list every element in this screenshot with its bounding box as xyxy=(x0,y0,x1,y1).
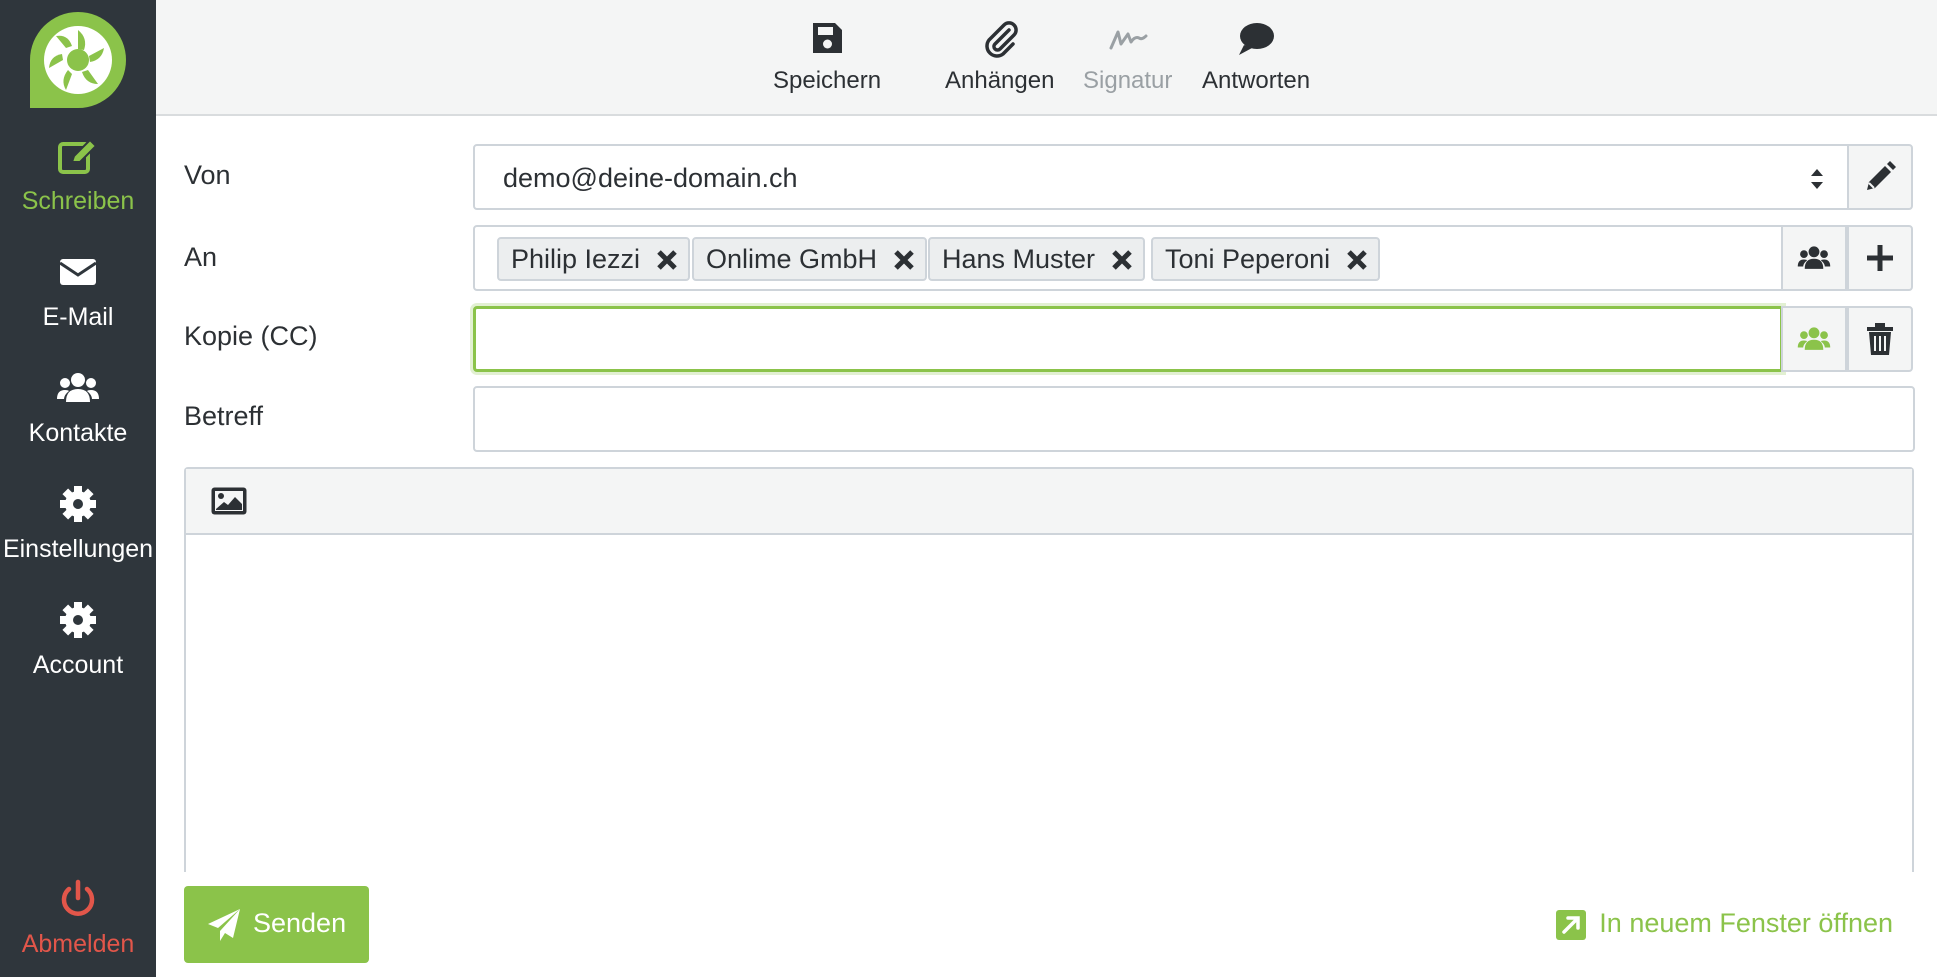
save-button[interactable]: Speichern xyxy=(773,18,881,96)
remove-recipient-icon[interactable] xyxy=(1111,249,1133,271)
nav-item-email[interactable]: E-Mail xyxy=(0,252,156,352)
nav-label-account: Account xyxy=(32,651,124,679)
paperclip-icon xyxy=(985,21,1018,58)
users-icon xyxy=(1797,327,1831,350)
external-link-icon xyxy=(1556,910,1587,940)
from-label: Von xyxy=(184,160,231,190)
subject-label: Betreff xyxy=(184,401,264,431)
nav-item-schreiben[interactable]: Schreiben xyxy=(0,136,156,236)
comment-icon xyxy=(1239,23,1275,55)
signature-icon xyxy=(1109,30,1148,50)
save-label: Speichern xyxy=(773,67,882,94)
compose-toolbar: Speichern Anhängen Signatur Antworten xyxy=(156,0,1937,116)
nav-label-kontakte: Kontakte xyxy=(28,419,128,447)
pencil-icon xyxy=(1867,161,1896,190)
recipient-name: Philip Iezzi xyxy=(511,244,641,274)
send-button[interactable]: Senden xyxy=(184,886,369,963)
cc-label: Kopie (CC) xyxy=(184,321,318,351)
users-icon xyxy=(1797,246,1831,269)
app-logo[interactable] xyxy=(22,8,134,112)
paper-plane-icon xyxy=(208,909,240,941)
nav-label-einstellungen: Einstellungen xyxy=(2,535,154,563)
attach-button[interactable]: Anhängen xyxy=(945,18,1054,96)
users-icon xyxy=(57,373,99,402)
nav-label-email: E-Mail xyxy=(42,303,114,331)
insert-image-icon[interactable] xyxy=(210,485,248,517)
recipient-tag: Philip Iezzi xyxy=(497,237,691,281)
gear-icon xyxy=(60,486,96,522)
open-new-window-label: In neuem Fenster öffnen xyxy=(1599,908,1893,938)
to-label: An xyxy=(184,242,218,272)
power-icon xyxy=(61,879,95,916)
from-value: demo@deine-domain.ch xyxy=(503,163,798,193)
sidebar: Schreiben E-Mail Kontakte Einstellungen … xyxy=(0,0,156,977)
remove-recipient-icon[interactable] xyxy=(656,249,678,271)
recipient-name: Hans Muster xyxy=(942,244,1096,274)
reply-label: Antworten xyxy=(1202,67,1311,94)
remove-recipient-icon[interactable] xyxy=(893,249,915,271)
nav-label-schreiben: Schreiben xyxy=(21,187,135,215)
subject-input[interactable] xyxy=(473,386,1915,452)
signature-label: Signatur xyxy=(1083,67,1173,94)
from-select[interactable]: demo@deine-domain.ch xyxy=(473,144,1849,210)
trash-icon xyxy=(1867,323,1893,355)
message-body[interactable] xyxy=(186,535,1912,872)
editor-toolbar xyxy=(186,469,1912,535)
send-label: Senden xyxy=(253,908,347,938)
recipient-name: Onlime GmbH xyxy=(706,244,878,274)
cc-input[interactable] xyxy=(473,306,1783,372)
add-cc-button[interactable] xyxy=(1847,225,1913,291)
logout-label: Abmelden xyxy=(21,930,135,958)
envelope-icon xyxy=(59,259,97,285)
nav-item-kontakte[interactable]: Kontakte xyxy=(0,368,156,468)
nav-item-account[interactable]: Account xyxy=(0,600,156,700)
to-contacts-button[interactable] xyxy=(1781,225,1847,291)
message-editor xyxy=(184,467,1914,872)
save-icon xyxy=(813,23,843,53)
remove-cc-button[interactable] xyxy=(1847,306,1913,372)
gear-icon xyxy=(60,602,96,638)
to-field[interactable]: Philip Iezzi Onlime GmbH Hans Muster Ton… xyxy=(473,225,1783,291)
plus-icon xyxy=(1867,245,1893,271)
open-new-window-link[interactable]: In neuem Fenster öffnen xyxy=(1555,906,1893,942)
recipient-name: Toni Peperoni xyxy=(1165,244,1331,274)
reply-button[interactable]: Antworten xyxy=(1202,18,1310,96)
recipient-tag: Onlime GmbH xyxy=(692,237,928,281)
logout-button[interactable]: Abmelden xyxy=(0,879,156,977)
select-arrows-icon xyxy=(1811,169,1823,189)
recipient-tag: Toni Peperoni xyxy=(1151,237,1381,281)
cc-contacts-button[interactable] xyxy=(1781,306,1847,372)
compose-icon xyxy=(58,138,98,174)
nav-item-einstellungen[interactable]: Einstellungen xyxy=(0,484,156,584)
edit-sender-button[interactable] xyxy=(1847,144,1913,210)
attach-label: Anhängen xyxy=(945,67,1055,94)
recipient-tag: Hans Muster xyxy=(928,237,1146,281)
remove-recipient-icon[interactable] xyxy=(1346,249,1368,271)
signature-button[interactable]: Signatur xyxy=(1083,18,1172,96)
